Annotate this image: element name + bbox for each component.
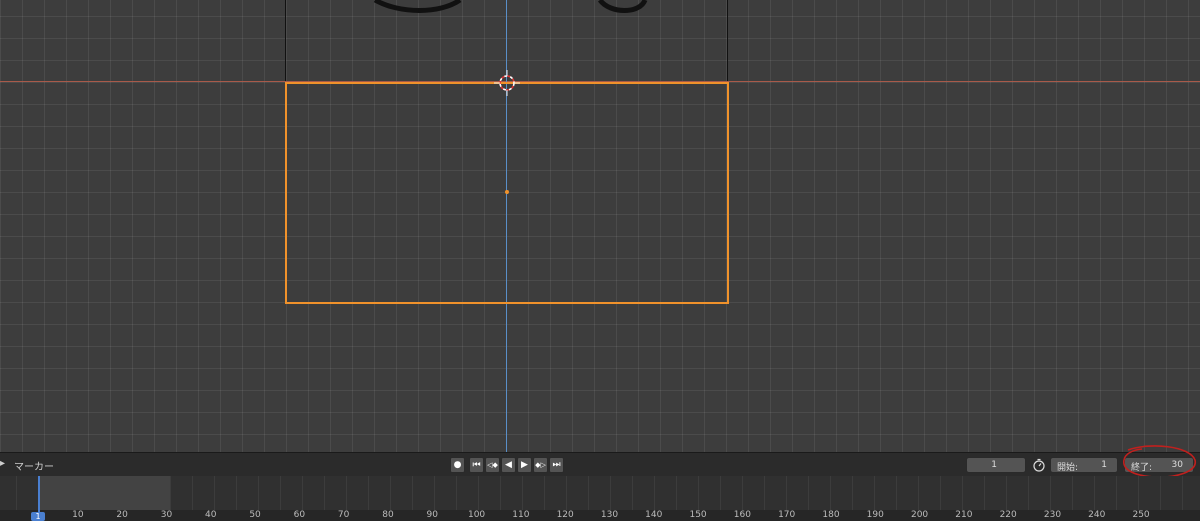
ruler-tick-label: 20: [116, 510, 128, 520]
next-keyframe-button[interactable]: ◆▷: [533, 457, 548, 473]
ruler-tick-label: 60: [293, 510, 306, 520]
play-reverse-icon: ◀: [505, 460, 512, 470]
start-frame-label: 開始:: [1057, 463, 1079, 473]
ruler-tick-label: 210: [955, 510, 973, 520]
camera-frame-right-edge: [727, 0, 728, 82]
jump-start-icon: ⏮: [472, 460, 481, 470]
stopwatch-icon[interactable]: [1032, 458, 1046, 472]
ruler-tick-label: 180: [822, 510, 840, 520]
current-frame-field[interactable]: 1: [966, 457, 1026, 473]
frame-range-highlight: [38, 476, 170, 510]
ruler-tick-label: 90: [426, 510, 438, 520]
timeline-header: ▸ マーカー ● ⏮ ◁◆ ◀ ▶ ◆▷ ⏭ 1 開始: 1 終了: 30: [0, 452, 1200, 476]
ruler-tick-label: 80: [382, 510, 394, 520]
jump-to-end-button[interactable]: ⏭: [549, 457, 564, 473]
annotation-circle: [1123, 445, 1196, 478]
ruler-tick-label: 160: [733, 510, 751, 520]
jump-end-icon: ⏭: [552, 460, 561, 470]
start-frame-field[interactable]: 開始: 1: [1050, 457, 1118, 473]
frame-ruler[interactable]: 10 20 30 40 50 60 70 80 90 100 110 120 130 140 150 160 1…: [0, 510, 1200, 521]
marker-menu[interactable]: マーカー: [14, 458, 54, 473]
ruler-tick-label: 130: [600, 510, 619, 520]
timeline-track-area[interactable]: [0, 476, 1200, 510]
play-icon: ▶: [521, 460, 528, 470]
ruler-tick-label: 190: [866, 510, 884, 520]
previous-keyframe-button[interactable]: ◁◆: [485, 457, 500, 473]
object-origin: [505, 190, 509, 194]
record-icon: ●: [453, 460, 462, 470]
ruler-tick-label: 150: [689, 510, 707, 520]
ruler-tick-label: 170: [778, 510, 796, 520]
jump-to-start-button[interactable]: ⏮: [469, 457, 484, 473]
ruler-tick-label: 200: [910, 510, 929, 520]
ruler-tick-label: 120: [556, 510, 574, 520]
ruler-tick-label: 230: [1043, 510, 1062, 520]
current-frame-value: 1: [991, 460, 997, 470]
playhead-line[interactable]: [38, 476, 40, 514]
ruler-tick-label: 50: [249, 510, 261, 520]
curve-object-tops: [373, 0, 648, 13]
record-button[interactable]: ●: [450, 457, 465, 473]
start-frame-value: 1: [1101, 460, 1107, 470]
camera-frame-left-edge: [285, 0, 286, 82]
menu-arrow-icon[interactable]: ▸: [0, 458, 5, 469]
previous-keyframe-icon: ◁◆: [487, 461, 498, 469]
3d-cursor-icon[interactable]: [492, 68, 522, 98]
ruler-tick-label: 220: [999, 510, 1017, 520]
next-keyframe-icon: ◆▷: [535, 461, 546, 469]
ruler-tick-label: 30: [160, 510, 173, 520]
ruler-tick-label: 70: [337, 510, 350, 520]
ruler-tick-label: 10: [72, 510, 84, 520]
ruler-tick-label: 250: [1132, 510, 1150, 520]
playhead-frame-badge[interactable]: 1: [31, 512, 45, 521]
ruler-tick-label: 100: [467, 510, 486, 520]
3d-viewport[interactable]: [0, 0, 1200, 452]
ruler-tick-label: 140: [645, 510, 663, 520]
ruler-tick-label: 110: [512, 510, 530, 520]
play-button[interactable]: ▶: [517, 457, 532, 473]
ruler-tick-label: 40: [205, 510, 217, 520]
play-reverse-button[interactable]: ◀: [501, 457, 516, 473]
ruler-tick-label: 240: [1088, 510, 1106, 520]
